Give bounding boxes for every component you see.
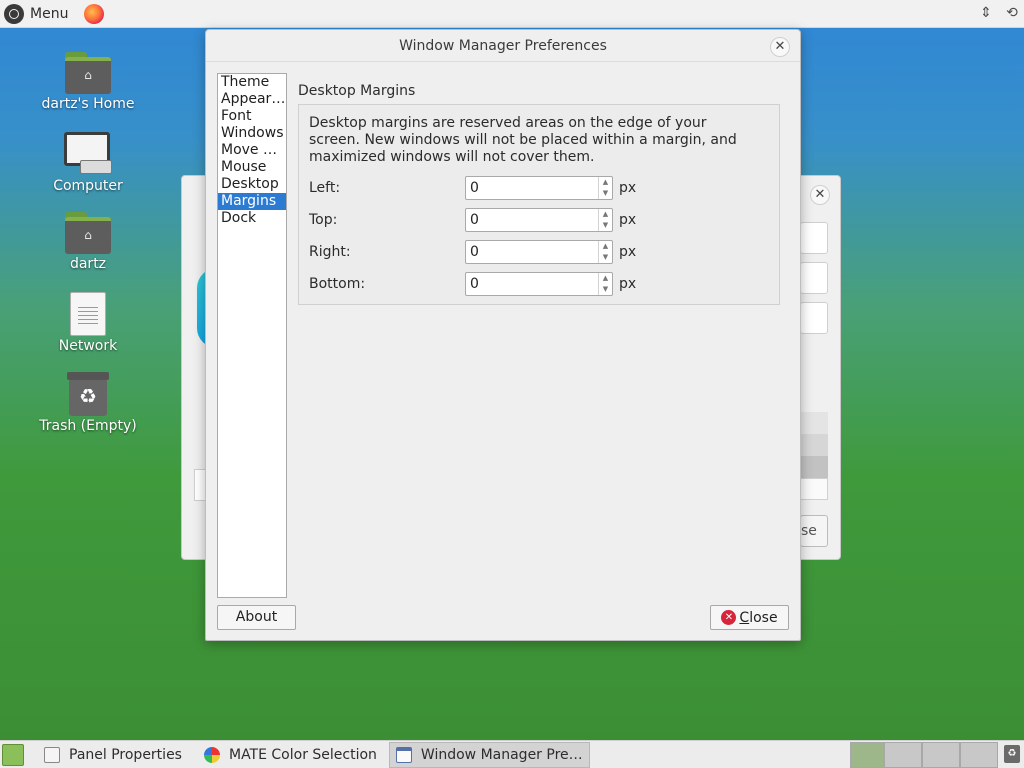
bottom-margin-spinbutton[interactable]: 0 ▲ ▼ xyxy=(465,272,613,296)
spin-down-icon[interactable]: ▼ xyxy=(599,252,612,263)
workspace-2[interactable] xyxy=(884,742,922,768)
left-margin-label: Left: xyxy=(309,180,341,196)
spin-up-icon[interactable]: ▲ xyxy=(599,273,612,284)
close-button[interactable]: ✕ Close xyxy=(710,605,789,630)
background-window-button-label: se xyxy=(801,523,817,539)
bottom-margin-value[interactable]: 0 xyxy=(466,276,598,292)
top-margin-label: Top: xyxy=(309,212,338,228)
background-field[interactable] xyxy=(800,262,828,294)
margins-frame: Desktop margins are reserved areas on th… xyxy=(298,104,780,305)
right-margin-value[interactable]: 0 xyxy=(466,244,598,260)
right-margin-spinbutton[interactable]: 0 ▲ ▼ xyxy=(465,240,613,264)
top-panel: Menu ⇕ ⟲ xyxy=(0,0,1024,28)
top-margin-spinbutton[interactable]: 0 ▲ ▼ xyxy=(465,208,613,232)
desktop-icon-label: Network xyxy=(58,338,118,354)
spin-down-icon[interactable]: ▼ xyxy=(599,188,612,199)
margin-row-right: Right: 0 ▲ ▼ px xyxy=(309,236,769,268)
workspace-switcher xyxy=(850,742,998,768)
show-desktop-icon[interactable] xyxy=(2,743,24,766)
dialog-close-button[interactable]: ✕ xyxy=(770,37,790,57)
spin-up-icon[interactable]: ▲ xyxy=(599,209,612,220)
category-font[interactable]: Font xyxy=(218,108,286,125)
window-manager-preferences-dialog: Window Manager Preferences ✕ Theme Appea… xyxy=(205,29,801,641)
task-label: MATE Color Selection xyxy=(228,746,377,763)
trash-icon: ♻ xyxy=(67,372,109,416)
section-title: Desktop Margins xyxy=(298,83,416,99)
home-folder-icon: ⌂ xyxy=(65,212,111,254)
margin-row-bottom: Bottom: 0 ▲ ▼ px xyxy=(309,268,769,300)
desktop-icon-home[interactable]: ⌂ dartz's Home xyxy=(28,52,148,112)
category-appearance[interactable]: Appearance xyxy=(218,91,286,108)
category-dock[interactable]: Dock xyxy=(218,210,286,227)
background-window-close-button[interactable]: ✕ xyxy=(810,185,830,205)
bottom-margin-label: Bottom: xyxy=(309,276,366,292)
unit-label: px xyxy=(619,244,637,260)
unit-label: px xyxy=(619,180,637,196)
task-window-manager-preferences[interactable]: Window Manager Pre… xyxy=(388,741,590,768)
about-button[interactable]: About xyxy=(217,605,296,630)
dialog-title[interactable]: Window Manager Preferences xyxy=(206,30,800,62)
background-swatch[interactable] xyxy=(800,456,828,478)
desktop-icon-label: Trash (Empty) xyxy=(39,418,137,434)
spin-down-icon[interactable]: ▼ xyxy=(599,220,612,231)
background-field[interactable] xyxy=(800,222,828,254)
category-list: Theme Appearance Font Windows Move & Res… xyxy=(217,73,287,598)
category-margins[interactable]: Margins xyxy=(218,193,286,210)
background-swatch[interactable] xyxy=(800,478,828,500)
mate-logo-icon xyxy=(4,3,24,24)
unit-label: px xyxy=(619,212,637,228)
task-panel-properties[interactable]: Panel Properties xyxy=(38,742,188,768)
spin-down-icon[interactable]: ▼ xyxy=(599,284,612,295)
system-tray: ⇕ ⟲ xyxy=(978,4,1020,22)
margins-description: Desktop margins are reserved areas on th… xyxy=(309,115,737,165)
background-swatch[interactable] xyxy=(800,434,828,456)
task-label: Panel Properties xyxy=(69,746,182,763)
trash-applet-icon[interactable]: ♻ xyxy=(1004,745,1020,763)
main-menu-button[interactable]: Menu xyxy=(0,0,72,28)
left-margin-value[interactable]: 0 xyxy=(466,180,598,196)
sync-icon[interactable]: ⟲ xyxy=(1004,4,1020,22)
desktop-icon-dartz[interactable]: ⌂ dartz xyxy=(28,212,148,272)
category-move-resize[interactable]: Move & Resize xyxy=(218,142,286,159)
desktop-icon-label: dartz xyxy=(69,256,107,272)
window-manager-icon xyxy=(395,746,412,763)
right-margin-label: Right: xyxy=(309,244,351,260)
category-windows[interactable]: Windows xyxy=(218,125,286,142)
main-menu-label: Menu xyxy=(30,5,69,22)
left-margin-spinbutton[interactable]: 0 ▲ ▼ xyxy=(465,176,613,200)
margin-row-top: Top: 0 ▲ ▼ px xyxy=(309,204,769,236)
task-label: Window Manager Pre… xyxy=(420,746,583,763)
top-margin-value[interactable]: 0 xyxy=(466,212,598,228)
desktop-icon-trash[interactable]: ♻ Trash (Empty) xyxy=(28,372,148,434)
bottom-panel: Panel Properties MATE Color Selection Wi… xyxy=(0,740,1024,768)
panel-properties-icon xyxy=(44,746,60,763)
network-icon xyxy=(70,292,106,336)
margins-panel: Desktop Margins Desktop margins are rese… xyxy=(298,83,781,305)
margin-row-left: Left: 0 ▲ ▼ px xyxy=(309,172,769,204)
computer-icon xyxy=(64,132,112,176)
task-mate-color-selection[interactable]: MATE Color Selection xyxy=(198,742,383,768)
home-folder-icon: ⌂ xyxy=(65,52,111,94)
unit-label: px xyxy=(619,276,637,292)
close-icon: ✕ xyxy=(721,610,737,625)
workspace-4[interactable] xyxy=(960,742,998,768)
desktop-icon-label: dartz's Home xyxy=(41,96,135,112)
spin-up-icon[interactable]: ▲ xyxy=(599,241,612,252)
close-button-label: Close xyxy=(739,609,778,626)
category-theme[interactable]: Theme xyxy=(218,74,286,91)
desktop-icon-label: Computer xyxy=(53,178,123,194)
background-window-button[interactable]: se xyxy=(800,515,828,547)
background-field[interactable] xyxy=(800,302,828,334)
color-wheel-icon xyxy=(203,746,220,763)
background-swatch[interactable] xyxy=(800,412,828,434)
firefox-icon[interactable] xyxy=(84,3,105,24)
workspace-1[interactable] xyxy=(850,742,884,768)
category-desktop[interactable]: Desktop xyxy=(218,176,286,193)
desktop-icon-computer[interactable]: Computer xyxy=(28,132,148,194)
desktop-icon-network[interactable]: Network xyxy=(28,292,148,354)
category-mouse[interactable]: Mouse xyxy=(218,159,286,176)
network-icon[interactable]: ⇕ xyxy=(978,4,994,22)
workspace-3[interactable] xyxy=(922,742,960,768)
spin-up-icon[interactable]: ▲ xyxy=(599,177,612,188)
